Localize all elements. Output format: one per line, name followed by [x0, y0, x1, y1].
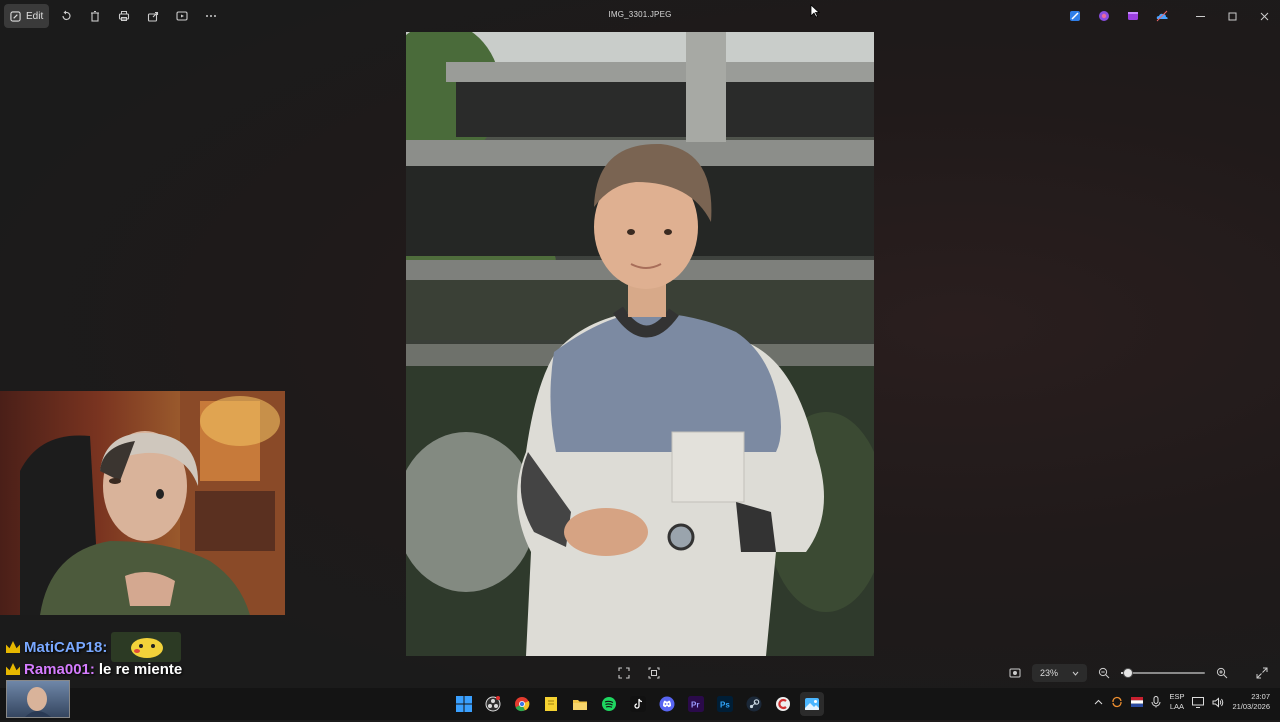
clipchamp-icon — [1098, 10, 1109, 21]
filmstrip-icon — [648, 667, 660, 679]
tiktok-icon — [630, 696, 646, 712]
paint-button[interactable] — [1066, 7, 1083, 24]
minimize-icon — [1195, 15, 1205, 17]
maximize-icon — [1228, 12, 1236, 20]
taskbar-obs[interactable] — [481, 692, 505, 716]
language-code: ESP — [1169, 692, 1185, 701]
discord-icon — [659, 696, 675, 712]
zoom-out-button[interactable] — [1095, 664, 1113, 682]
expand-icon — [1256, 667, 1268, 679]
fit-to-window-button[interactable] — [615, 664, 633, 682]
svg-text:Ps: Ps — [720, 701, 730, 710]
close-button[interactable] — [1248, 0, 1280, 32]
clock[interactable]: 23:07 21/03/2026 — [1232, 692, 1270, 712]
folder-icon — [573, 700, 587, 710]
premiere-pro-icon: Pr — [688, 696, 704, 712]
stream-thumbnail — [6, 680, 70, 718]
title-bar: Edit IMG_3301.JPEG — [0, 0, 1280, 32]
clipchamp-button[interactable] — [1095, 7, 1112, 24]
zoom-slider[interactable] — [1121, 665, 1206, 681]
chat-message: MatiCAP18: — [6, 632, 182, 662]
taskbar-premiere[interactable]: Pr — [684, 692, 708, 716]
taskbar-steam[interactable] — [742, 692, 766, 716]
volume-icon[interactable] — [1212, 696, 1224, 708]
zoom-out-icon — [1098, 667, 1110, 679]
photo-image — [406, 32, 874, 656]
flag-icon[interactable] — [1131, 697, 1144, 707]
video-editor-icon — [1127, 11, 1138, 20]
chevron-up-icon[interactable] — [1094, 698, 1103, 707]
steam-icon — [746, 696, 762, 712]
system-tray: ESP LAA 23:07 21/03/2026 — [1094, 692, 1270, 712]
minimize-button[interactable] — [1184, 0, 1216, 32]
paint-icon — [1069, 10, 1080, 21]
obs-icon — [485, 696, 501, 712]
sync-icon[interactable] — [1111, 696, 1123, 708]
clock-time: 23:07 — [1251, 692, 1270, 701]
maximize-button[interactable] — [1216, 0, 1248, 32]
chevron-down-icon — [1072, 671, 1079, 676]
window-controls — [1184, 0, 1280, 32]
sticky-notes-icon — [545, 697, 557, 711]
keyboard-layout: LAA — [1169, 702, 1185, 711]
windows-start-icon — [456, 696, 472, 712]
taskbar-tiktok[interactable] — [626, 692, 650, 716]
svg-text:Pr: Pr — [691, 701, 699, 710]
zoom-in-button[interactable] — [1213, 664, 1231, 682]
spotify-icon — [602, 697, 616, 711]
start-button[interactable] — [452, 692, 476, 716]
header-app-shortcuts — [1066, 7, 1170, 24]
stream-thumbnail-image — [25, 687, 51, 717]
webcam-overlay — [0, 391, 285, 615]
webcam-image — [20, 391, 285, 615]
zoom-in-icon — [1216, 667, 1228, 679]
taskbar-chrome[interactable] — [510, 692, 534, 716]
zoom-controls: 23% — [1006, 664, 1271, 682]
microphone-icon[interactable] — [1151, 696, 1161, 708]
photos-icon — [805, 698, 819, 710]
filmstrip-button[interactable] — [645, 664, 663, 682]
onedrive-icon — [1156, 10, 1168, 21]
language-indicator[interactable]: ESP LAA — [1169, 692, 1184, 712]
ccleaner-icon — [776, 697, 790, 711]
viewer-bottom-bar: 23% — [0, 660, 1280, 684]
zoom-dropdown[interactable]: 23% — [1032, 664, 1088, 682]
taskbar-ccleaner[interactable] — [771, 692, 795, 716]
taskbar-discord[interactable] — [655, 692, 679, 716]
actual-size-button[interactable] — [1006, 664, 1024, 682]
mouse-cursor-icon — [810, 4, 820, 18]
network-icon[interactable] — [1192, 696, 1205, 708]
taskbar-spotify[interactable] — [597, 692, 621, 716]
taskbar-file-explorer[interactable] — [568, 692, 592, 716]
photoshop-icon: Ps — [717, 696, 733, 712]
taskbar-apps: Pr Ps — [452, 692, 824, 716]
clock-date: 21/03/2026 — [1232, 702, 1270, 711]
video-editor-button[interactable] — [1124, 7, 1141, 24]
pikachu-emote-icon — [131, 638, 164, 658]
actual-size-icon — [1009, 668, 1021, 678]
taskbar-photos[interactable] — [800, 692, 824, 716]
full-screen-button[interactable] — [1253, 664, 1271, 682]
zoom-slider-track — [1121, 672, 1206, 674]
zoom-level: 23% — [1040, 668, 1059, 678]
crown-badge-icon — [6, 641, 20, 653]
taskbar-notes[interactable] — [539, 692, 563, 716]
onedrive-button[interactable] — [1153, 7, 1170, 24]
photo-canvas[interactable] — [406, 32, 874, 656]
close-icon — [1260, 12, 1268, 20]
taskbar-photoshop[interactable]: Ps — [713, 692, 737, 716]
zoom-slider-thumb[interactable] — [1122, 668, 1133, 678]
chrome-icon — [515, 697, 530, 712]
viewer-center-controls — [615, 664, 663, 682]
emote-icon — [111, 632, 182, 662]
taskbar: Pr Ps ESP LAA 23:07 21/03/2026 — [0, 688, 1280, 720]
chat-username: MatiCAP18: — [24, 638, 108, 656]
fit-to-window-icon — [618, 667, 630, 679]
